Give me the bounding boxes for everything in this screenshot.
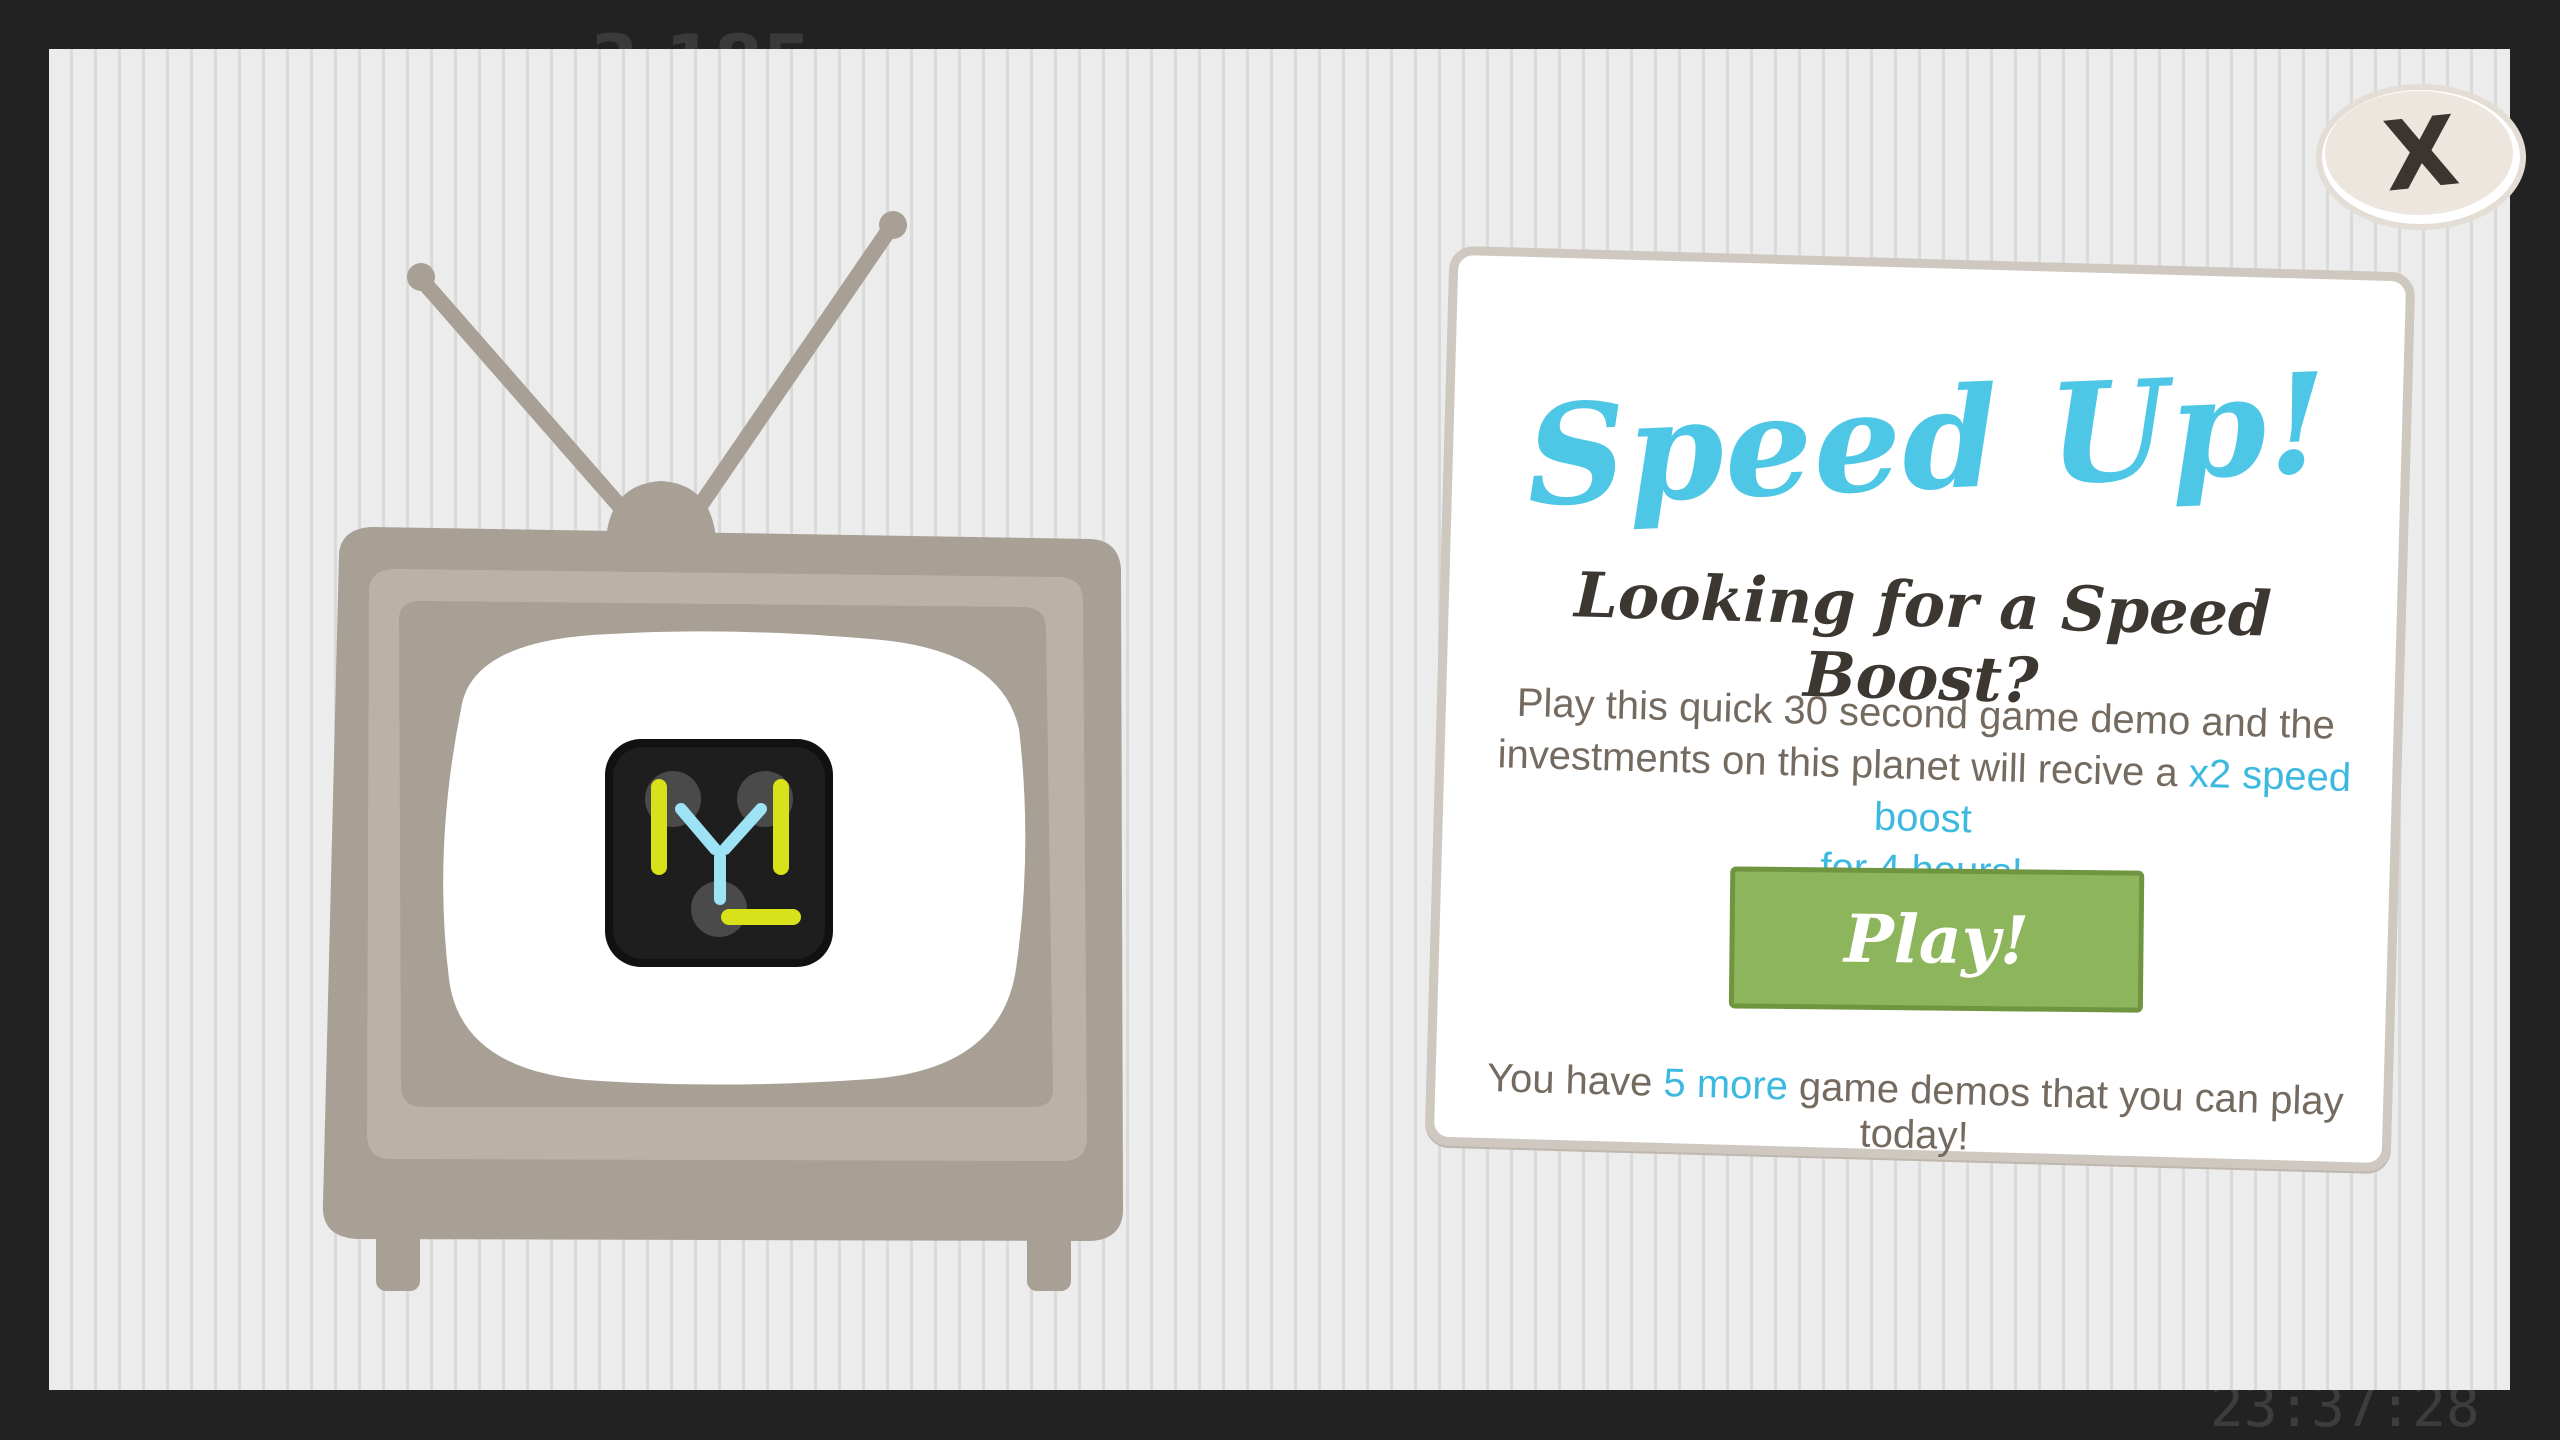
speed-boost-card: Speed Up! Looking for a Speed Boost? Pla…: [1424, 245, 2416, 1173]
footer-prefix: You have: [1486, 1056, 1665, 1105]
close-icon: X: [2378, 94, 2464, 214]
description-line-2: investments on this planet will recive a: [1497, 732, 2190, 796]
card-title: Speed Up!: [1523, 341, 2332, 538]
play-button[interactable]: Play!: [1728, 866, 2145, 1013]
tv-icon: [322, 211, 1123, 1291]
footer-suffix: game demos that you can play today!: [1787, 1064, 2345, 1159]
remaining-count: 5 more: [1662, 1060, 1789, 1109]
flux-capacitor-icon: [605, 739, 833, 967]
speed-up-modal: X Speed Up! Looking for a Speed Boost? P…: [49, 49, 2526, 1390]
retro-tv-illustration: [311, 209, 1131, 1329]
remaining-demos-text: You have 5 more game demos that you can …: [1454, 1055, 2376, 1171]
close-button[interactable]: X: [2311, 79, 2531, 239]
